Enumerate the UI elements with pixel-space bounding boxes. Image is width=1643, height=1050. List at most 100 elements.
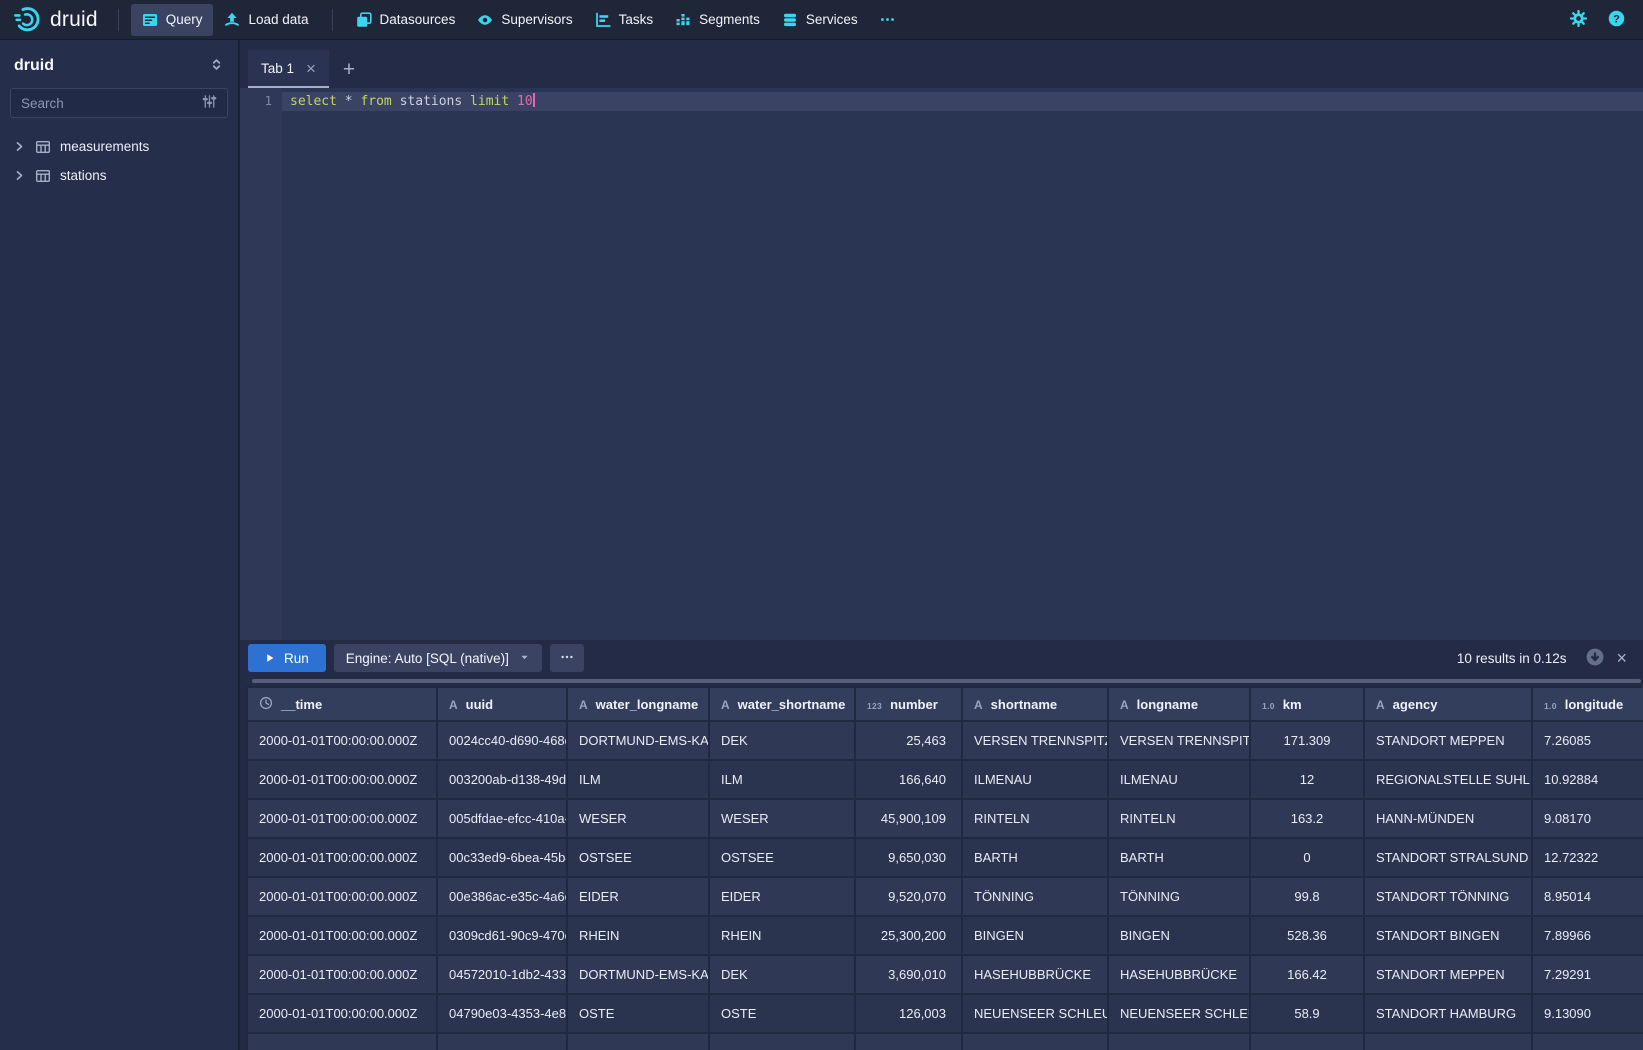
- column-header-number[interactable]: 123number: [855, 687, 962, 721]
- cell-water_longname[interactable]: EIDER: [567, 877, 709, 916]
- cell-longname[interactable]: VERSEN TRENNSPITZE: [1108, 721, 1250, 760]
- cell-water_longname[interactable]: OSTE: [567, 994, 709, 1033]
- cell-__time[interactable]: 2000-01-01T00:00:00.000Z: [247, 721, 437, 760]
- cell-uuid[interactable]: [437, 1033, 567, 1050]
- sidebar-item-stations[interactable]: stations: [0, 161, 238, 190]
- cell-water_shortname[interactable]: WESER: [709, 799, 855, 838]
- cell-number[interactable]: 45,900,109: [855, 799, 962, 838]
- cell-water_longname[interactable]: DORTMUND-EMS-KANA: [567, 721, 709, 760]
- cell-agency[interactable]: STANDORT BINGEN: [1364, 916, 1532, 955]
- cell-uuid[interactable]: 0309cd61-90c9-470e-99: [437, 916, 567, 955]
- query-more-button[interactable]: [550, 644, 584, 672]
- cell-__time[interactable]: [247, 1033, 437, 1050]
- cell-longname[interactable]: HASEHUBBRÜCKE: [1108, 955, 1250, 994]
- engine-select-button[interactable]: Engine: Auto [SQL (native)]: [334, 644, 542, 672]
- cell-shortname[interactable]: BINGEN: [962, 916, 1108, 955]
- cell-shortname[interactable]: HASEHUBBRÜCKE: [962, 955, 1108, 994]
- column-header-water_longname[interactable]: Awater_longname: [567, 687, 709, 721]
- schema-selector[interactable]: druid: [0, 40, 238, 86]
- nav-item-datasources[interactable]: Datasources: [345, 4, 467, 36]
- cell-agency[interactable]: REGIONALSTELLE SUHL: [1364, 760, 1532, 799]
- cell-water_longname[interactable]: WESER: [567, 799, 709, 838]
- cell-shortname[interactable]: VERSEN TRENNSPITZE: [962, 721, 1108, 760]
- column-header-agency[interactable]: Aagency: [1364, 687, 1532, 721]
- cell-number[interactable]: 9,520,070: [855, 877, 962, 916]
- cell-__time[interactable]: 2000-01-01T00:00:00.000Z: [247, 994, 437, 1033]
- cell-agency[interactable]: STANDORT STRALSUND: [1364, 838, 1532, 877]
- column-header-__time[interactable]: __time: [247, 687, 437, 721]
- code-area[interactable]: select * from stations limit 10: [282, 88, 1643, 640]
- cell-longitude[interactable]: 7.26085: [1532, 721, 1643, 760]
- cell-water_shortname[interactable]: EIDER: [709, 877, 855, 916]
- cell-shortname[interactable]: BARTH: [962, 838, 1108, 877]
- cell-water_shortname[interactable]: OSTSEE: [709, 838, 855, 877]
- nav-item-supervisors[interactable]: Supervisors: [466, 4, 583, 36]
- cell-shortname[interactable]: NEUENSEER SCHLEUSEN: [962, 994, 1108, 1033]
- cell-__time[interactable]: 2000-01-01T00:00:00.000Z: [247, 838, 437, 877]
- cell-__time[interactable]: 2000-01-01T00:00:00.000Z: [247, 955, 437, 994]
- cell-number[interactable]: 25,463: [855, 721, 962, 760]
- sql-editor[interactable]: 1 select * from stations limit 10: [240, 88, 1643, 640]
- cell-agency[interactable]: STANDORT HAMBURG: [1364, 994, 1532, 1033]
- close-tab-icon[interactable]: ×: [306, 60, 316, 77]
- cell-longname[interactable]: RINTELN: [1108, 799, 1250, 838]
- cell-water_shortname[interactable]: ILM: [709, 760, 855, 799]
- cell-uuid[interactable]: 04790e03-4353-4e80-be: [437, 994, 567, 1033]
- nav-item-tasks[interactable]: Tasks: [584, 4, 665, 36]
- cell-longitude[interactable]: 8.95014: [1532, 877, 1643, 916]
- cell-km[interactable]: 99.8: [1250, 877, 1364, 916]
- add-tab-button[interactable]: +: [329, 50, 369, 88]
- nav-item-segments[interactable]: Segments: [664, 4, 771, 36]
- cell-agency[interactable]: STANDORT MEPPEN: [1364, 721, 1532, 760]
- cell-km[interactable]: 171.309: [1250, 721, 1364, 760]
- column-header-water_shortname[interactable]: Awater_shortname: [709, 687, 855, 721]
- cell-water_shortname[interactable]: RHEIN: [709, 916, 855, 955]
- column-header-uuid[interactable]: Auuid: [437, 687, 567, 721]
- cell-water_longname[interactable]: OSTSEE: [567, 838, 709, 877]
- filter-options-button[interactable]: [200, 92, 219, 114]
- cell-longitude[interactable]: 9.13090: [1532, 994, 1643, 1033]
- cell-km[interactable]: 163.2: [1250, 799, 1364, 838]
- cell-number[interactable]: 9,650,030: [855, 838, 962, 877]
- cell-longitude[interactable]: [1532, 1033, 1643, 1050]
- cell-number[interactable]: 166,640: [855, 760, 962, 799]
- cell-longitude[interactable]: 9.08170: [1532, 799, 1643, 838]
- nav-item-query[interactable]: Query: [131, 4, 214, 36]
- cell-water_longname[interactable]: ILM: [567, 760, 709, 799]
- sidebar-item-measurements[interactable]: measurements: [0, 132, 238, 161]
- cell-uuid[interactable]: 005dfdae-efcc-410a-bf1: [437, 799, 567, 838]
- cell-km[interactable]: 528.36: [1250, 916, 1364, 955]
- cell-longitude[interactable]: 7.29291: [1532, 955, 1643, 994]
- cell-water_longname[interactable]: RHEIN: [567, 916, 709, 955]
- cell-__time[interactable]: 2000-01-01T00:00:00.000Z: [247, 916, 437, 955]
- cell-shortname[interactable]: RINTELN: [962, 799, 1108, 838]
- cell-longitude[interactable]: 10.92884: [1532, 760, 1643, 799]
- cell-water_shortname[interactable]: OSTE: [709, 994, 855, 1033]
- cell-__time[interactable]: 2000-01-01T00:00:00.000Z: [247, 799, 437, 838]
- nav-item-services[interactable]: Services: [771, 4, 869, 36]
- scrollbar-thumb[interactable]: [252, 679, 1641, 683]
- cell-km[interactable]: [1250, 1033, 1364, 1050]
- download-results-button[interactable]: [1584, 646, 1606, 671]
- cell-km[interactable]: 166.42: [1250, 955, 1364, 994]
- cell-__time[interactable]: 2000-01-01T00:00:00.000Z: [247, 877, 437, 916]
- cell-longname[interactable]: ILMENAU: [1108, 760, 1250, 799]
- cell-km[interactable]: 0: [1250, 838, 1364, 877]
- nav-more-button[interactable]: [869, 4, 906, 35]
- cell-water_longname[interactable]: [567, 1033, 709, 1050]
- column-header-shortname[interactable]: Ashortname: [962, 687, 1108, 721]
- cell-agency[interactable]: HANN-MÜNDEN: [1364, 799, 1532, 838]
- cell-uuid[interactable]: 04572010-1db2-4338-85: [437, 955, 567, 994]
- close-results-button[interactable]: ×: [1614, 647, 1629, 669]
- cell-km[interactable]: 58.9: [1250, 994, 1364, 1033]
- cell-uuid[interactable]: 00e386ac-e35c-4a6e-80: [437, 877, 567, 916]
- cell-shortname[interactable]: TÖNNING: [962, 877, 1108, 916]
- settings-button[interactable]: [1568, 8, 1589, 32]
- cell-number[interactable]: 25,300,200: [855, 916, 962, 955]
- nav-item-load-data[interactable]: Load data: [213, 4, 319, 36]
- tab-tab1[interactable]: Tab 1 ×: [248, 50, 329, 88]
- cell-longname[interactable]: BARTH: [1108, 838, 1250, 877]
- help-button[interactable]: ?: [1606, 8, 1627, 32]
- cell-shortname[interactable]: ILMENAU: [962, 760, 1108, 799]
- cell-longitude[interactable]: 7.89966: [1532, 916, 1643, 955]
